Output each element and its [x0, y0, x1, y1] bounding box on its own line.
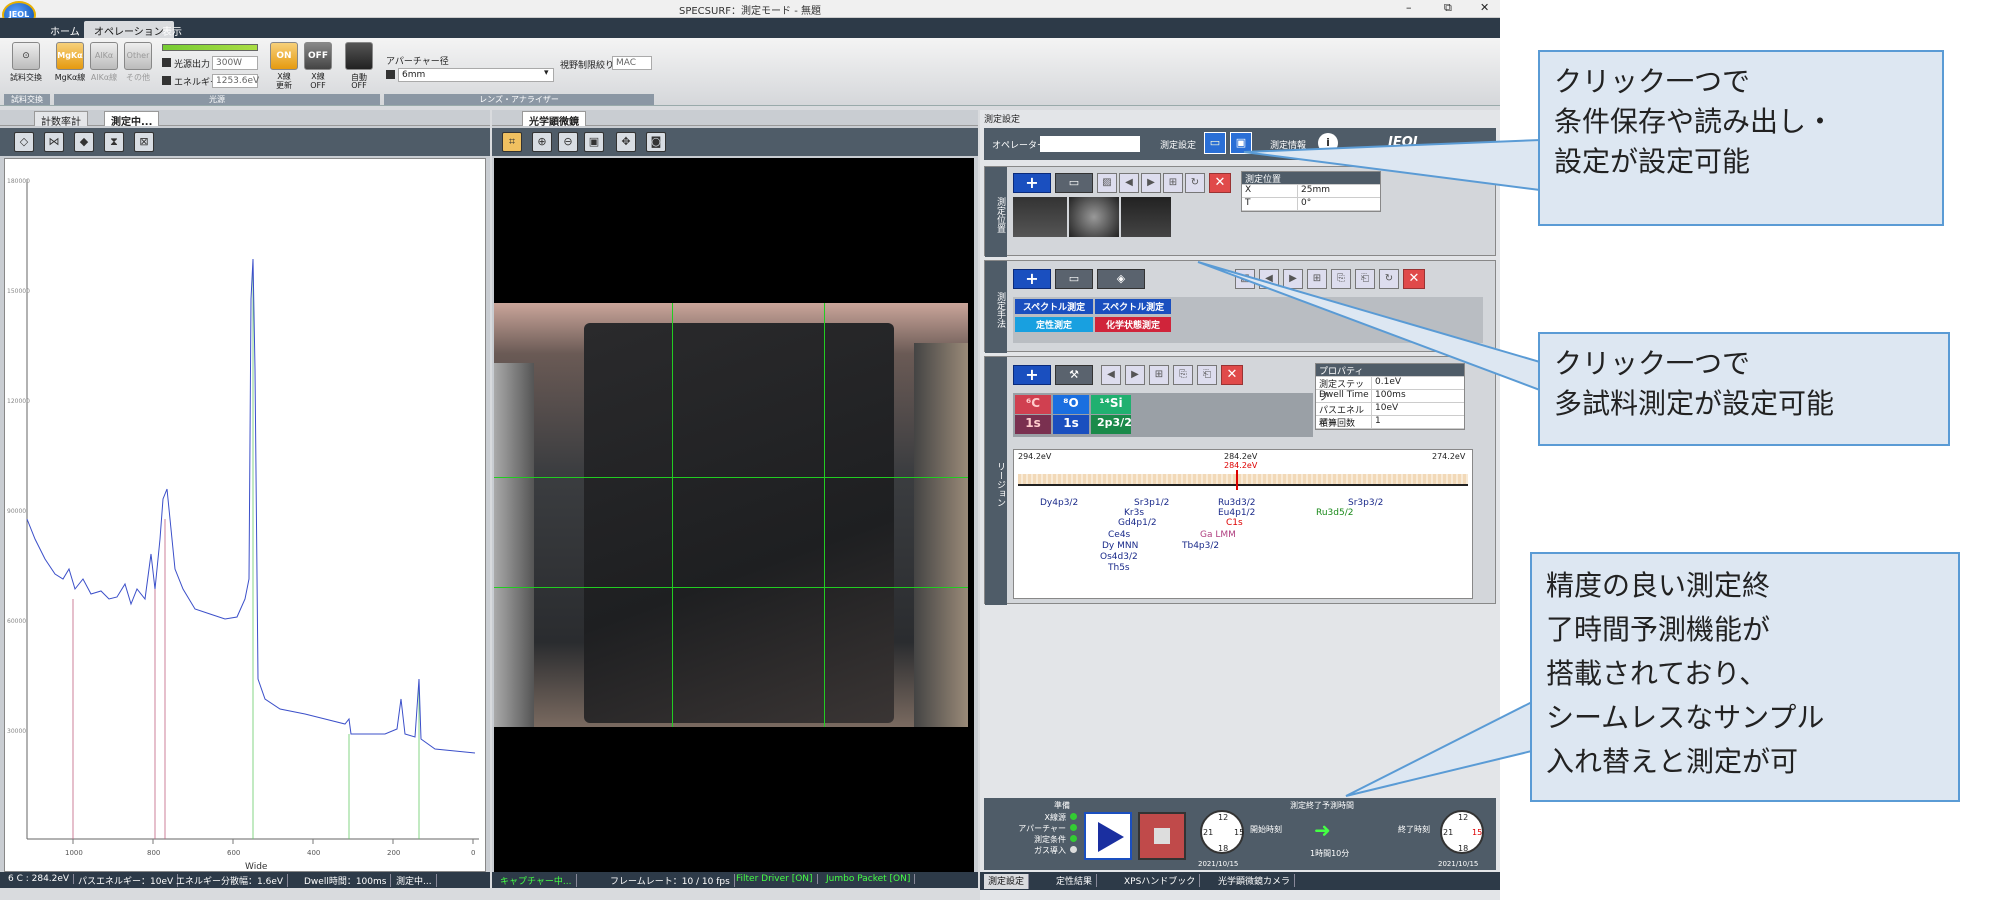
callout-time-prediction: 精度の良い測定終 了時間予測機能が 搭載されており、 シームレスなサンプル 入れ…: [1530, 552, 1960, 802]
callout-save-load: クリック一つで 条件保存や読み出し・ 設定が設定可能: [1538, 50, 1944, 226]
connector-1: [1243, 138, 1541, 192]
callout-multi-sample: クリック一つで 多試料測定が設定可能: [1538, 332, 1950, 446]
connector-3: [1345, 698, 1537, 797]
connector-2: [1197, 261, 1541, 392]
